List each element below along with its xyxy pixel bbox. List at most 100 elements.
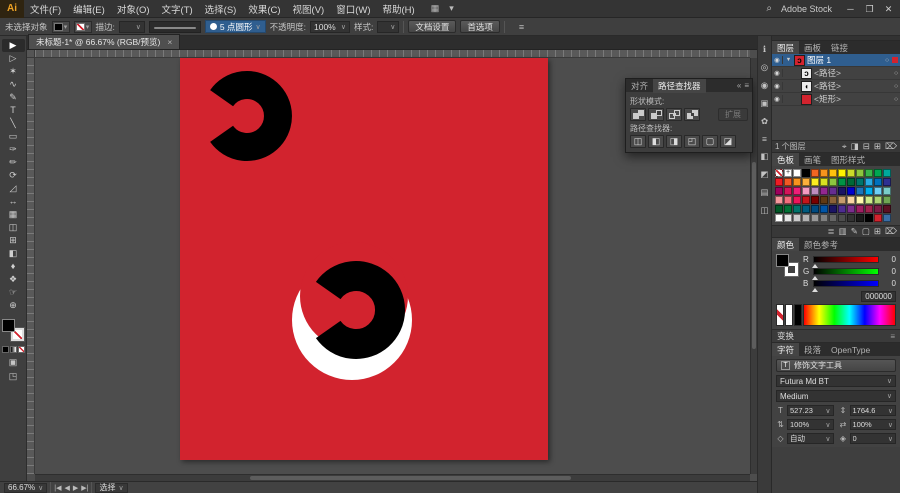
pen-tool[interactable]: ✎ [2, 91, 25, 104]
ruler-origin[interactable] [27, 50, 35, 58]
swatch[interactable] [865, 178, 873, 186]
swatch[interactable] [838, 187, 846, 195]
search-icon[interactable]: ⌕ [766, 3, 772, 14]
panel-menu-icon[interactable]: ≡ [744, 81, 749, 90]
swatch[interactable] [883, 205, 891, 213]
swatch[interactable] [793, 187, 801, 195]
close-button[interactable]: ✕ [879, 0, 898, 18]
layers-tab-1[interactable]: 画板 [799, 41, 826, 54]
fill-color-control[interactable]: ▾ [52, 21, 70, 33]
touch-type-tool-button[interactable]: T 修饰文字工具 [776, 359, 896, 372]
swatch[interactable] [883, 178, 891, 186]
menu-item-3[interactable]: 文字(T) [156, 2, 199, 16]
layer-name[interactable]: <路径> [814, 67, 892, 79]
swatch[interactable] [775, 205, 783, 213]
fill-black-indicator[interactable] [2, 319, 15, 332]
font-size-field-input[interactable]: 527.23∨ [787, 405, 834, 416]
vertical-scale-field[interactable]: ⇅100%∨ [776, 419, 834, 430]
stroke-panel-icon[interactable]: ≡ [762, 134, 767, 144]
eyedropper-tool[interactable]: ♦ [2, 260, 25, 273]
swatch[interactable] [820, 187, 828, 195]
swatch[interactable] [847, 169, 855, 177]
swatch-registration[interactable]: + [784, 169, 792, 177]
delete-swatch-icon[interactable]: ⌦ [885, 226, 897, 237]
rotate-tool[interactable]: ⟳ [2, 169, 25, 182]
horizontal-ruler[interactable] [35, 50, 750, 58]
zoom-tool[interactable]: ⊕ [2, 299, 25, 312]
document-close-icon[interactable]: × [167, 37, 172, 47]
swatch[interactable] [793, 205, 801, 213]
free-transform-tool[interactable]: ▦ [2, 208, 25, 221]
swatch[interactable] [856, 187, 864, 195]
swatch[interactable] [883, 169, 891, 177]
scale-tool[interactable]: ◿ [2, 182, 25, 195]
horizontal-scrollbar-thumb[interactable] [250, 476, 572, 480]
g-channel-slider[interactable]: G0 [803, 267, 896, 276]
slider-track[interactable] [813, 280, 879, 287]
layer-target-icon[interactable]: ○ [894, 83, 898, 90]
layers-tab-2[interactable]: 链接 [826, 41, 853, 54]
tracking-field-input[interactable]: 0∨ [850, 433, 897, 444]
rectangle-tool[interactable]: ▭ [2, 130, 25, 143]
horizontal-scale-field-input[interactable]: 100%∨ [850, 419, 897, 430]
swatch[interactable] [793, 196, 801, 204]
selection-tool[interactable]: ▶ [2, 39, 25, 52]
lasso-tool[interactable]: ∿ [2, 78, 25, 91]
swatch[interactable] [874, 214, 882, 222]
pathfinder-tab-0[interactable]: 对齐 [626, 79, 653, 93]
align-panel-icon[interactable]: ▤ [760, 187, 768, 198]
b-channel-slider[interactable]: B0 [803, 279, 896, 288]
swatch[interactable] [775, 178, 783, 186]
paintbrush-tool[interactable]: ✑ [2, 143, 25, 156]
white-color-swatch[interactable] [785, 304, 793, 326]
menu-item-4[interactable]: 选择(S) [199, 2, 243, 16]
layer-target-icon[interactable]: ○ [894, 96, 898, 103]
vertical-ruler[interactable] [27, 58, 35, 474]
swatch[interactable] [838, 205, 846, 213]
swatch[interactable] [820, 205, 828, 213]
menu-item-8[interactable]: 帮助(H) [377, 2, 421, 16]
gradient-paint-button[interactable] [10, 346, 17, 353]
swatch[interactable] [820, 169, 828, 177]
kerning-field-input[interactable]: 自动∨ [787, 433, 834, 444]
black-arc-shape-top[interactable] [222, 85, 278, 147]
next-artboard-icon[interactable]: ▶ [73, 484, 78, 492]
expand-button[interactable]: 扩展 [718, 108, 748, 121]
swatch[interactable] [847, 214, 855, 222]
slider-track[interactable] [813, 256, 879, 263]
document-tab[interactable]: 未标题-1* @ 66.67% (RGB/预览) × [28, 34, 180, 49]
swatch[interactable] [829, 187, 837, 195]
graphic-styles-panel-icon[interactable]: ▣ [760, 98, 768, 109]
swatch[interactable] [874, 178, 882, 186]
swatch-none[interactable] [775, 169, 783, 177]
swatch[interactable] [802, 205, 810, 213]
layer-name[interactable]: 图层 1 [807, 54, 883, 66]
hand-tool[interactable]: ☞ [2, 286, 25, 299]
swatch[interactable] [811, 178, 819, 186]
swatch-kinds-icon[interactable]: ▥ [839, 226, 847, 237]
menu-item-7[interactable]: 窗口(W) [330, 2, 376, 16]
swatch-options-icon[interactable]: ✎ [851, 226, 858, 237]
swatch[interactable] [883, 196, 891, 204]
swatch[interactable] [802, 169, 810, 177]
swatch[interactable] [838, 169, 846, 177]
swatches-tab-1[interactable]: 画笔 [799, 153, 826, 166]
swatch[interactable] [883, 187, 891, 195]
swatch[interactable] [874, 196, 882, 204]
swatch[interactable] [793, 178, 801, 186]
layer-name[interactable]: <矩形> [814, 93, 892, 105]
channel-value[interactable]: 0 [882, 255, 896, 264]
type-tab-0[interactable]: 字符 [772, 343, 799, 356]
trim-icon[interactable]: ◧ [648, 135, 664, 148]
menu-item-5[interactable]: 效果(C) [242, 2, 286, 16]
swatch[interactable] [811, 169, 819, 177]
swatch[interactable] [829, 178, 837, 186]
swatch[interactable] [811, 187, 819, 195]
swatch[interactable] [865, 169, 873, 177]
shape-mode-intersect-button[interactable] [666, 108, 682, 121]
symbols-panel-icon[interactable]: ✿ [761, 116, 768, 127]
status-indicator-select[interactable]: 选择∨ [95, 483, 127, 493]
minus-back-icon[interactable]: ◪ [720, 135, 736, 148]
swatch[interactable] [802, 187, 810, 195]
prev-artboard-icon[interactable]: ◀ [64, 484, 69, 492]
